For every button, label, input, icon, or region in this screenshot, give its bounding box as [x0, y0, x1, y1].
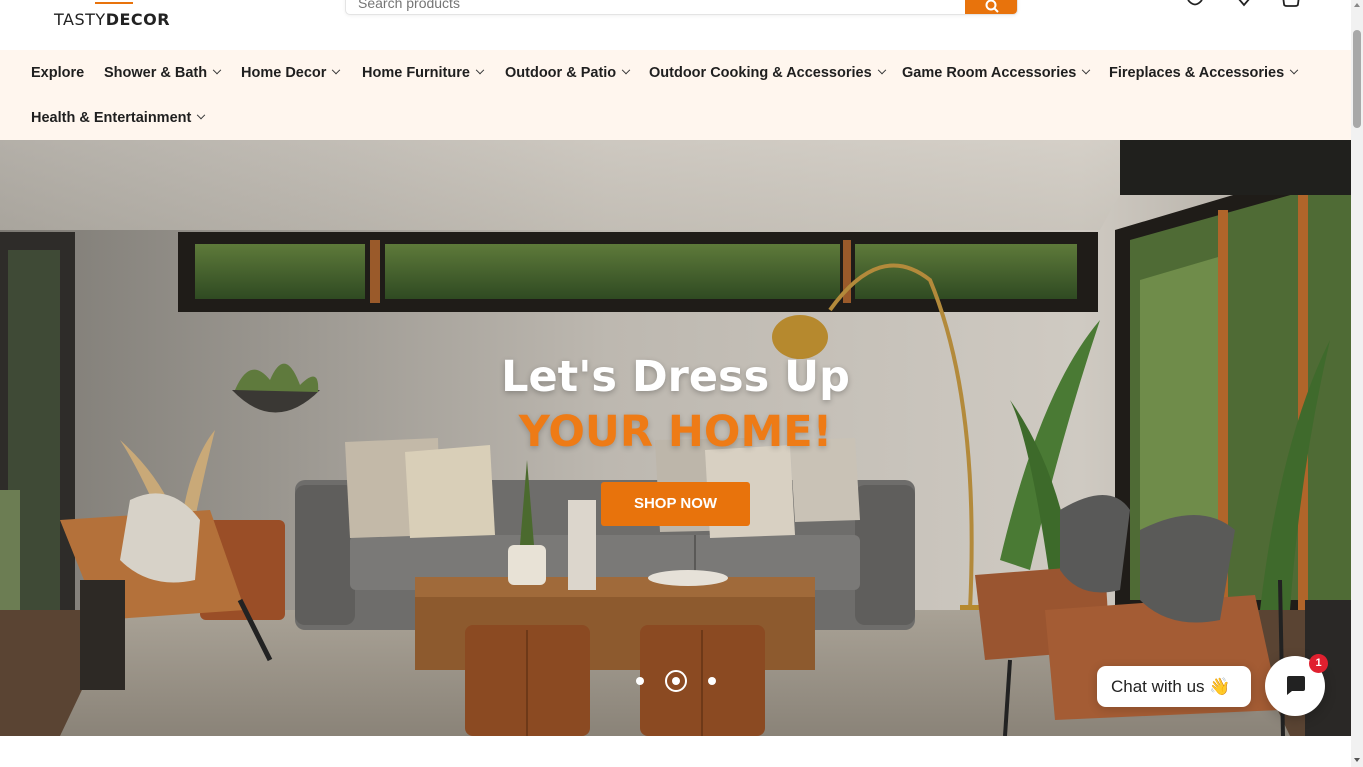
brand-name-light: TASTY [54, 10, 106, 29]
nav-item-label: Health & Entertainment [31, 110, 192, 126]
chevron-down-icon [1289, 66, 1299, 75]
nav-item-label: Explore [31, 65, 85, 81]
nav-item-home-decor[interactable]: Home Decor [241, 62, 341, 84]
shop-now-button[interactable]: SHOP NOW [601, 482, 750, 526]
nav-item-label: Home Furniture [362, 65, 470, 81]
brand-logo[interactable]: TASTYDECOR [54, 2, 171, 29]
scroll-down-arrow-icon[interactable] [1354, 758, 1360, 762]
search-input[interactable] [346, 0, 966, 14]
chevron-down-icon [1082, 66, 1091, 75]
slide-dot-1[interactable] [636, 677, 644, 685]
nav-item-label: Outdoor Cooking & Accessories [649, 65, 872, 81]
scroll-up-arrow-icon[interactable] [1354, 3, 1360, 7]
nav-item-label: Shower & Bath [104, 65, 208, 81]
chevron-down-icon [621, 66, 631, 75]
chat-invite-bubble[interactable]: Chat with us 👋 [1097, 666, 1251, 707]
chevron-down-icon [475, 66, 485, 75]
search-icon [985, 0, 999, 13]
nav-item-game-room[interactable]: Game Room Accessories [902, 62, 1091, 84]
hero-banner: Let's Dress Up YOUR HOME! SHOP NOW [0, 140, 1351, 736]
nav-item-label: Home Decor [241, 65, 327, 81]
nav-item-outdoor-patio[interactable]: Outdoor & Patio [505, 62, 631, 84]
search-button[interactable] [965, 0, 1017, 14]
chevron-down-icon [197, 111, 206, 120]
chat-icon [1287, 676, 1305, 695]
page-scrollbar[interactable] [1351, 0, 1363, 767]
nav-item-shower-bath[interactable]: Shower & Bath [104, 62, 222, 84]
hero-title: Let's Dress Up [501, 352, 850, 402]
search-bar [345, 0, 1018, 15]
nav-item-fireplaces[interactable]: Fireplaces & Accessories [1109, 62, 1299, 84]
chevron-down-icon [877, 66, 886, 75]
nav-item-health-entertainment[interactable]: Health & Entertainment [31, 107, 206, 129]
nav-item-label: Game Room Accessories [902, 65, 1077, 81]
nav-item-explore[interactable]: Explore [31, 62, 84, 84]
hero-subtitle: YOUR HOME! [518, 407, 833, 457]
heart-icon[interactable] [1234, 0, 1254, 8]
slide-dot-3[interactable] [708, 677, 716, 685]
chat-notification-badge: 1 [1309, 654, 1328, 673]
site-header: TASTYDECOR [0, 0, 1351, 50]
slide-dot-2-active[interactable] [665, 670, 687, 692]
nav-item-label: Fireplaces & Accessories [1109, 65, 1285, 81]
nav-item-outdoor-cooking[interactable]: Outdoor Cooking & Accessories [649, 62, 886, 84]
brand-name-bold: DECOR [105, 10, 171, 29]
nav-item-label: Outdoor & Patio [505, 65, 617, 81]
user-icon[interactable] [1185, 0, 1205, 8]
main-nav: Explore Shower & Bath Home Decor Home Fu… [0, 50, 1351, 140]
chevron-down-icon [332, 66, 341, 75]
cart-icon[interactable] [1281, 0, 1301, 8]
logo-accent-bar [95, 2, 133, 4]
chevron-down-icon [212, 66, 222, 75]
nav-item-home-furniture[interactable]: Home Furniture [362, 62, 485, 84]
scrollbar-thumb[interactable] [1353, 30, 1361, 128]
